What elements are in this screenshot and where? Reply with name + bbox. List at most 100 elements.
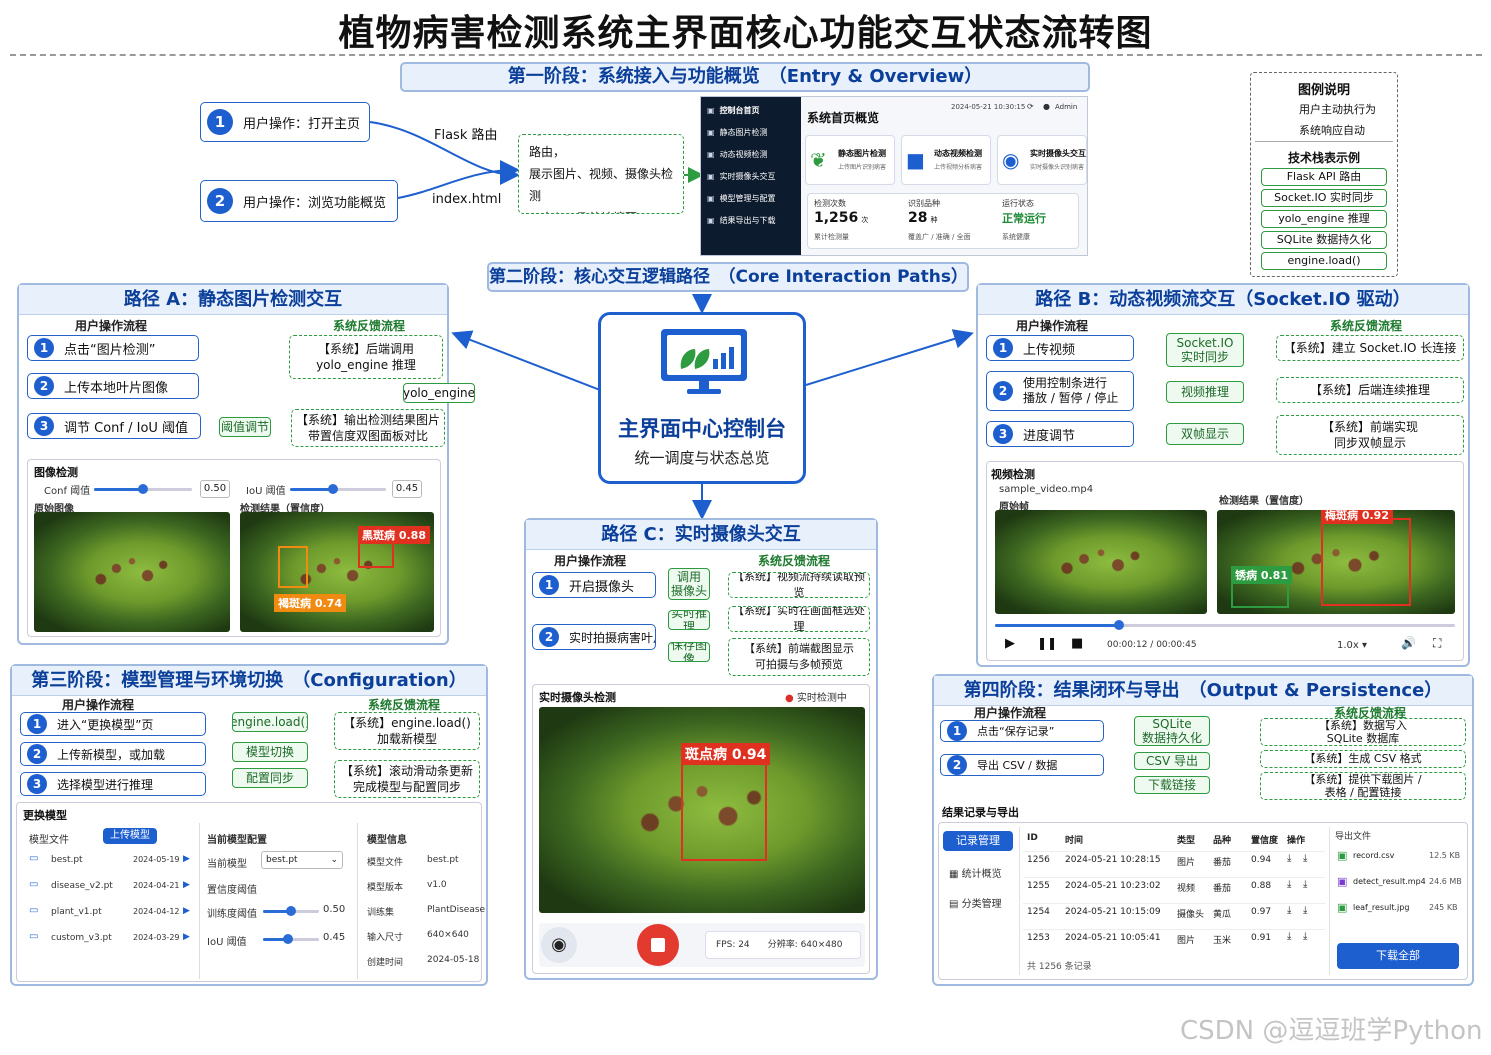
file-icon: ▭: [29, 879, 39, 890]
legend-title: 图例说明: [1297, 83, 1350, 98]
delete-icon[interactable]: ⤓: [1303, 853, 1307, 864]
phase4-step-1[interactable]: 1 点击“保存记录”: [940, 720, 1104, 742]
current-config-header: 当前模型配置: [207, 835, 267, 846]
delete-icon[interactable]: ⤓: [1303, 931, 1307, 942]
refresh-icon[interactable]: ⟳: [1027, 102, 1034, 111]
path-b-sys-3: 【系统】前端实现 同步双帧显示: [1276, 415, 1464, 455]
phase3-sys-1: 【系统】engine.load() 加载新模型: [334, 712, 480, 750]
dashboard-nav-item[interactable]: ▣ 静态图片检测: [707, 127, 768, 138]
phase1-step-open-home[interactable]: 1 用户操作：打开主页: [200, 102, 370, 142]
live-status: ● 实时检测中: [785, 693, 847, 704]
path-b-step-1[interactable]: 1 上传视频: [986, 335, 1134, 361]
dashboard-nav-item[interactable]: ▣ 实时摄像头交互: [707, 171, 776, 182]
arrow-label-index: index.html: [432, 192, 502, 207]
model-file-row[interactable]: ▭ plant_v1.pt 2024-04-12 ▶: [27, 905, 193, 921]
model-select[interactable]: best.pt ⌄: [261, 851, 343, 869]
download-icon[interactable]: ⤓: [1287, 853, 1291, 864]
video-result-frame: 梅斑病 0.92 锈病 0.81: [1217, 510, 1455, 614]
nav-category[interactable]: ▤ 分类管理: [949, 895, 1002, 910]
video-progress-bar[interactable]: [995, 620, 1455, 630]
phase2-title: 第二阶段：核心交互逻辑路径 （Core Interaction Paths）: [487, 262, 969, 292]
pause-icon[interactable]: ❚❚: [1037, 636, 1057, 650]
speed-select[interactable]: 1.0x ▾: [1337, 640, 1367, 651]
stop-icon[interactable]: ■: [1071, 636, 1083, 651]
dashboard-nav-item[interactable]: ▣ 控制台首页: [707, 105, 760, 116]
iou-value[interactable]: 0.45: [392, 480, 422, 498]
table-cell: 1253: [1027, 933, 1050, 943]
center-console[interactable]: 主界面中心控制台 统一调度与状态总览: [598, 312, 806, 484]
user-avatar-icon[interactable]: ●: [1043, 102, 1050, 111]
export-file-name[interactable]: record.csv: [1353, 851, 1394, 860]
train-threshold-slider[interactable]: [263, 906, 319, 916]
original-leaf-image: [34, 512, 230, 632]
nav-record-manage[interactable]: 记录管理: [943, 831, 1013, 851]
delete-icon[interactable]: ⤓: [1303, 879, 1307, 890]
model-info-value: PlantDisease: [427, 905, 486, 915]
dashboard-nav-item[interactable]: ▣ 结果导出与下载: [707, 215, 776, 226]
path-c-step-1[interactable]: 1 开启摄像头: [532, 572, 656, 598]
iou-slider[interactable]: [290, 484, 386, 494]
camera-icon[interactable]: ◉: [541, 927, 577, 963]
export-file-name[interactable]: leaf_result.jpg: [1353, 903, 1409, 912]
record-stop-button[interactable]: [637, 924, 679, 966]
nav-item-label: 动态视频检测: [719, 150, 768, 159]
download-all-button[interactable]: 下载全部: [1337, 943, 1459, 969]
download-icon[interactable]: ⤓: [1287, 931, 1291, 942]
model-file-row[interactable]: ▭ custom_v3.pt 2024-03-29 ▶: [27, 931, 193, 947]
dashboard-card[interactable]: ◉ 实时摄像头交互 实时摄像头识别病害: [997, 135, 1087, 185]
path-a-step-3[interactable]: 3 调节 Conf / IoU 阈值: [27, 413, 201, 439]
phase3-step-3[interactable]: 3 选择模型进行推理: [20, 772, 206, 796]
dashboard-card[interactable]: ❦ 静态图片检测 上传图片识别病害: [805, 135, 895, 185]
dashboard-nav-item[interactable]: ▣ 动态视频检测: [707, 149, 768, 160]
table-cell: 视频: [1177, 884, 1196, 894]
play-icon[interactable]: ▶: [1005, 636, 1015, 651]
iou-label: IoU 阈值: [246, 486, 286, 497]
path-b-sys-1: 【系统】建立 Socket.IO 长连接: [1276, 335, 1464, 361]
phase3-step-1[interactable]: 1 进入“更换模型”页: [20, 712, 206, 736]
dashboard-nav-item[interactable]: ▣ 模型管理与配置: [707, 193, 776, 204]
path-c-step-2[interactable]: 2 实时拍摄病害叶片: [532, 624, 656, 650]
path-b-step-2[interactable]: 2 使用控制条进行 播放 / 暂停 / 停止: [986, 371, 1134, 411]
phase3-user-col: 用户操作流程: [62, 698, 135, 712]
delete-icon[interactable]: ⤓: [1303, 905, 1307, 916]
legend-stack-item: Socket.IO 实时同步: [1261, 189, 1387, 207]
path-c-sys-2: 【系统】实时在画面框选处理: [728, 606, 870, 632]
path-a-step-1[interactable]: 1 点击“图片检测”: [27, 335, 199, 361]
volume-icon[interactable]: 🔊: [1401, 636, 1416, 650]
download-icon[interactable]: ⤓: [1287, 879, 1291, 890]
path-a-step-2[interactable]: 2 上传本地叶片图像: [27, 373, 199, 399]
table-cell: 1255: [1027, 881, 1050, 891]
result-frame-label: 检测结果（置信度）: [1219, 496, 1309, 507]
table-header-cell: 品种: [1213, 836, 1232, 846]
upload-model-button[interactable]: 上传模型: [103, 828, 157, 844]
iou-threshold-slider[interactable]: [263, 934, 319, 944]
export-file-name[interactable]: detect_result.mp4: [1353, 877, 1426, 886]
fullscreen-icon[interactable]: ⛶: [1433, 636, 1441, 651]
conf-slider[interactable]: [94, 484, 192, 494]
nav-item-label: 模型管理与配置: [719, 194, 776, 203]
path-b-step-3[interactable]: 3 进度调节: [986, 421, 1134, 447]
camera-toolbar: ◉ FPS: 24 分辨率: 640×480: [539, 923, 865, 967]
path-b-tag-dual-frame: 双帧显示: [1166, 423, 1244, 445]
phase4-user-col: 用户操作流程: [974, 706, 1047, 720]
model-file-row[interactable]: ▭ best.pt 2024-05-19 ▶: [27, 853, 193, 869]
table-cell: 0.94: [1251, 855, 1272, 865]
download-icon[interactable]: ⤓: [1287, 905, 1291, 916]
table-cell: 图片: [1177, 936, 1196, 946]
model-file-name: best.pt: [51, 855, 83, 865]
phase1-step-browse[interactable]: 2 用户操作：浏览功能概览: [200, 180, 398, 222]
table-cell: 番茄: [1213, 884, 1232, 894]
path-b-sys-2: 【系统】后端连续推理: [1276, 377, 1464, 403]
conf-value[interactable]: 0.50: [200, 480, 230, 498]
step-number-2: 2: [207, 188, 233, 214]
model-file-date: 2024-03-29: [133, 933, 180, 942]
stat-sub: 累计检测量: [814, 233, 849, 241]
path-c-sys-1: 【系统】视频流持续读取预览: [728, 572, 870, 598]
dashboard-card[interactable]: ■ 动态视频检测 上传视频分析病害: [901, 135, 991, 185]
model-file-row[interactable]: ▭ disease_v2.pt 2024-04-21 ▶: [27, 879, 193, 895]
phase4-step-2[interactable]: 2 导出 CSV / 数据: [940, 754, 1104, 776]
live-dot-icon: ●: [785, 693, 794, 704]
stat-value-text: 1,256: [814, 210, 859, 226]
nav-stats[interactable]: ▦ 统计概览: [949, 865, 1002, 880]
phase3-step-2[interactable]: 2 上传新模型，或加载: [20, 742, 206, 766]
